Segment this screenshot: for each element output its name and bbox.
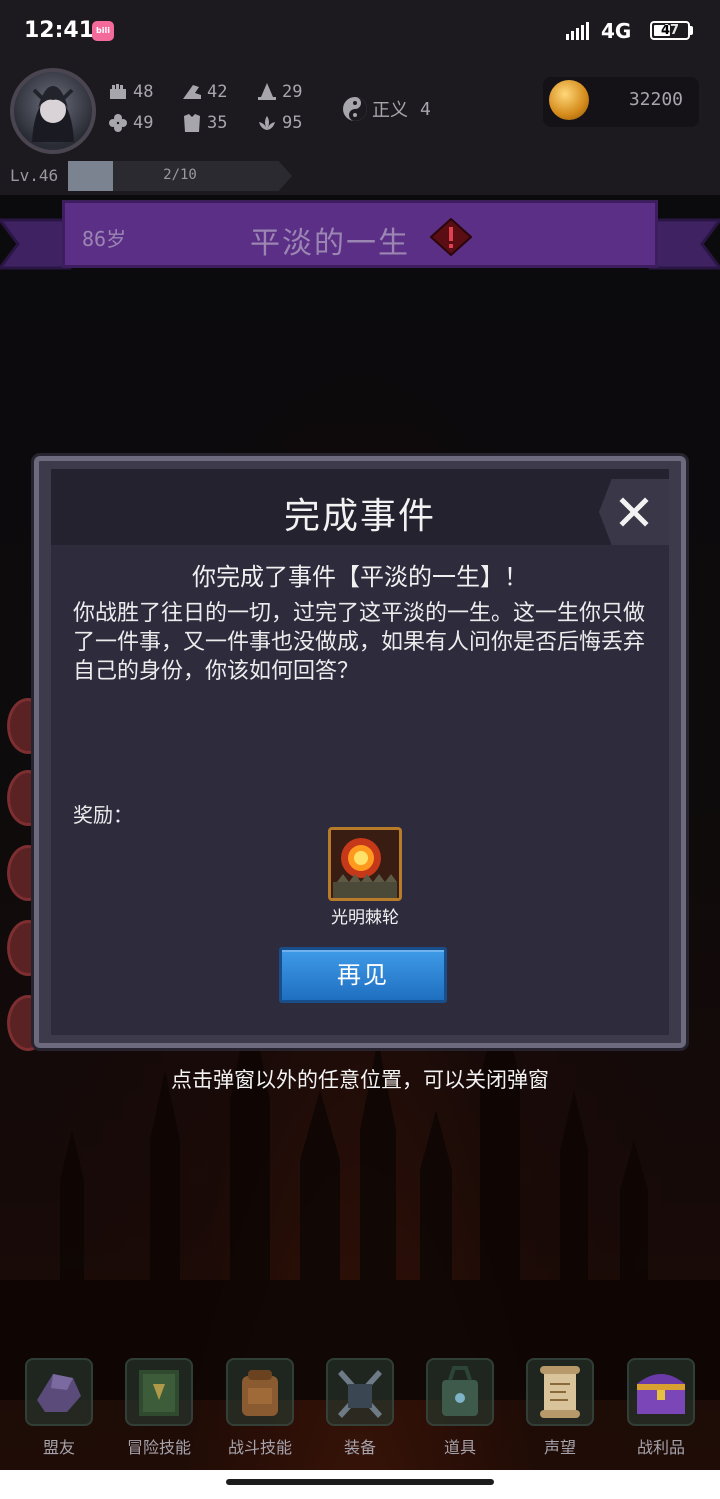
battery-tip — [690, 26, 693, 35]
close-hint: 点击弹窗以外的任意位置，可以关闭弹窗 — [171, 1068, 549, 1092]
stat-defense: 35 — [181, 112, 227, 134]
nav-reputation[interactable]: 声望 — [522, 1358, 598, 1458]
network-type: 4G — [601, 19, 632, 43]
player-level: Lv.46 — [10, 166, 59, 185]
signal-icon — [566, 22, 589, 40]
close-icon — [619, 497, 649, 527]
goodbye-button[interactable]: 再见 — [279, 947, 447, 1003]
nav-loot[interactable]: 战利品 — [623, 1358, 699, 1458]
wizard-hat-icon — [258, 83, 276, 100]
dialog-panel: 完成事件 你完成了事件【平淡的一生】！ 你战胜了往日的一切，过完了这平淡的一生。… — [51, 469, 669, 1035]
scroll-icon — [526, 1358, 594, 1426]
warning-icon[interactable] — [430, 218, 472, 256]
nav-label: 声望 — [543, 1438, 576, 1457]
satchel-icon — [426, 1358, 494, 1426]
alignment-label: 正义 — [372, 100, 408, 121]
stat-strength: 48 — [107, 81, 153, 103]
dialog-title: 完成事件 — [283, 496, 436, 537]
alignment: 正义 4 — [342, 96, 431, 122]
banner-age: 86岁 — [82, 227, 127, 251]
xp-text: 2/10 — [163, 167, 197, 183]
gold-coin-icon — [549, 80, 589, 120]
nav-label: 冒险技能 — [126, 1438, 191, 1457]
bilibili-icon: bili — [92, 21, 114, 41]
dialog-subtitle: 你完成了事件【平淡的一生】！ — [192, 563, 528, 591]
nav-label: 盟友 — [42, 1438, 75, 1457]
clover-icon — [109, 114, 127, 132]
backpack-icon — [226, 1358, 294, 1426]
reward-label: 奖励： — [73, 803, 133, 827]
stat-luck: 49 — [107, 112, 153, 134]
yin-yang-icon — [343, 97, 367, 121]
stat-agility: 42 — [181, 81, 227, 103]
book-icon — [125, 1358, 193, 1426]
boot-icon — [183, 85, 201, 99]
nav-label: 道具 — [443, 1438, 476, 1457]
battery-level: 47 — [660, 23, 680, 38]
event-banner: 86岁 平淡的一生 — [0, 196, 720, 286]
status-time: 12:41 — [24, 18, 95, 43]
nav-label: 战斗技能 — [227, 1438, 292, 1457]
stat-magic: 29 — [256, 81, 302, 103]
stat-value: 29 — [282, 82, 303, 102]
avatar[interactable] — [10, 68, 96, 154]
character-portrait-icon — [32, 86, 74, 142]
nav-allies[interactable]: 盟友 — [21, 1358, 97, 1458]
status-bar: 12:41 bili 4G 47 — [0, 0, 720, 62]
reward-item-name: 光明棘轮 — [331, 908, 399, 928]
stat-value: 48 — [133, 82, 154, 102]
nav-equipment[interactable]: 装备 — [322, 1358, 398, 1458]
banner-title: 平淡的一生 — [250, 226, 410, 261]
treasure-chest-icon — [627, 1358, 695, 1426]
crossed-swords-icon — [326, 1358, 394, 1426]
gold-value: 32200 — [628, 89, 683, 110]
stat-value: 95 — [282, 113, 303, 133]
reward-item[interactable]: 光明棘轮 — [325, 827, 405, 928]
lotus-icon — [259, 116, 275, 130]
nav-label: 装备 — [343, 1438, 376, 1457]
nav-adventure-skills[interactable]: 冒险技能 — [121, 1358, 197, 1458]
stat-spirit: 95 — [256, 112, 302, 134]
armor-icon — [184, 114, 200, 132]
player-header: 48 42 29 49 35 95 正义 4 32200 Lv.46 2/10 — [0, 62, 720, 195]
event-complete-dialog: 完成事件 你完成了事件【平淡的一生】！ 你战胜了往日的一切，过完了这平淡的一生。… — [34, 456, 686, 1048]
gesture-area — [0, 1470, 720, 1499]
glove-icon — [25, 1358, 93, 1426]
stat-value: 49 — [133, 113, 154, 133]
nav-combat-skills[interactable]: 战斗技能 — [222, 1358, 298, 1458]
battery-icon: 47 — [650, 21, 690, 40]
bottom-nav: 盟友 冒险技能 战斗技能 装备 道具 声望 战利品 — [0, 1358, 720, 1470]
nav-items[interactable]: 道具 — [422, 1358, 498, 1458]
alignment-value: 4 — [420, 98, 431, 120]
home-indicator[interactable] — [226, 1479, 494, 1485]
stat-value: 42 — [207, 82, 228, 102]
close-button[interactable] — [599, 479, 669, 545]
nav-label: 战利品 — [636, 1438, 685, 1457]
gold-display: 32200 — [543, 77, 699, 127]
xp-bar: 2/10 — [68, 161, 292, 191]
stat-value: 35 — [207, 113, 228, 133]
fist-icon — [110, 84, 126, 99]
dialog-body: 你战胜了往日的一切，过完了这平淡的一生。这一生你只做了一件事，又一件事也没做成，… — [73, 601, 646, 684]
ratchet-wheel-icon — [328, 827, 402, 901]
